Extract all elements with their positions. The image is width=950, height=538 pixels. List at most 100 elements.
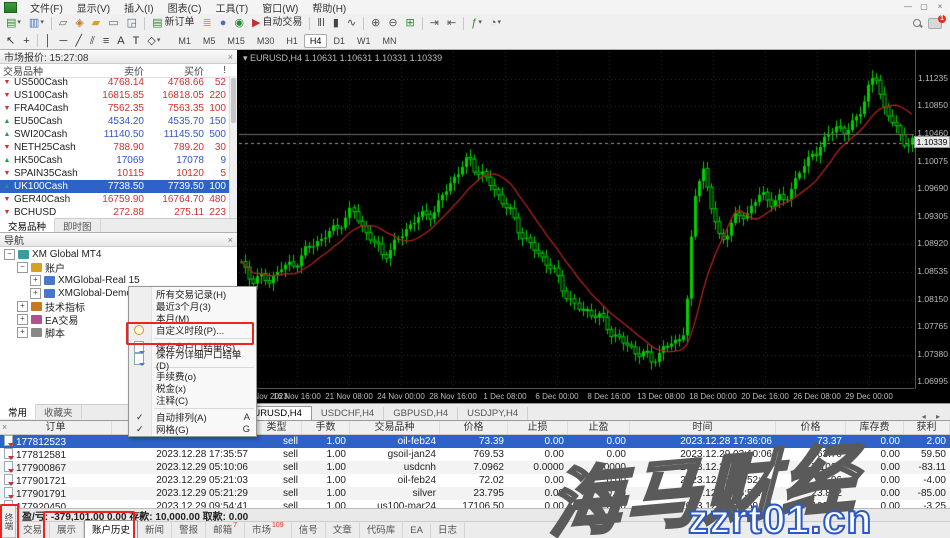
chart-tab-USDJPY,H4[interactable]: USDJPY,H4 bbox=[458, 407, 528, 421]
market-watch-row[interactable]: ▼NETH25Cash788.90789.2030 bbox=[0, 141, 230, 154]
indicators-list-icon[interactable]: ƒ▾ bbox=[468, 15, 485, 31]
terminal-tab-邮箱[interactable]: 邮箱7 bbox=[206, 521, 245, 538]
market-watch-row[interactable]: ▼US100Cash16815.8516818.05220 bbox=[0, 89, 230, 102]
menu-item-0[interactable]: 文件(F) bbox=[23, 4, 70, 15]
shapes-tool-icon[interactable]: ◇▾ bbox=[144, 33, 163, 49]
minimize-button[interactable]: — bbox=[901, 2, 915, 12]
terminal-tab-警报[interactable]: 警报 bbox=[172, 521, 206, 538]
vertical-line-tool-icon[interactable]: │ bbox=[42, 33, 55, 49]
label-tool-icon[interactable]: T bbox=[130, 33, 143, 49]
chart-shift-icon[interactable]: ⇤ bbox=[444, 15, 459, 31]
candle-chart-type-icon[interactable]: ▮ bbox=[330, 15, 342, 31]
history-col-5[interactable]: 价格 bbox=[440, 421, 508, 434]
menu-item-6[interactable]: 帮助(H) bbox=[305, 4, 353, 15]
market-watch-row[interactable]: ▲UK100Cash7738.507739.50100 bbox=[0, 180, 230, 193]
fibonacci-tool-icon[interactable]: ≡ bbox=[100, 33, 112, 49]
tab-收藏夹[interactable]: 收藏夹 bbox=[36, 405, 82, 419]
crosshair-window-icon[interactable]: ◈ bbox=[72, 15, 86, 31]
timeframe-M5[interactable]: M5 bbox=[197, 34, 222, 48]
periods-list-icon[interactable]: ◔▾ bbox=[487, 15, 504, 31]
market-watch-row[interactable]: ▲SWI20Cash11140.5011145.50500 bbox=[0, 128, 230, 141]
market-watch-row[interactable]: ▲HK50Cash17069170789 bbox=[0, 154, 230, 167]
chart-canvas[interactable] bbox=[239, 52, 914, 389]
text-tool-icon[interactable]: A bbox=[114, 33, 127, 49]
close-button[interactable]: × bbox=[933, 2, 947, 12]
menu-item-2[interactable]: 插入(I) bbox=[117, 4, 160, 15]
history-col-0[interactable]: 订单 bbox=[0, 421, 112, 434]
cursor-tool-icon[interactable]: ↖ bbox=[3, 33, 18, 49]
terminal-tab-日志[interactable]: 日志 bbox=[431, 521, 465, 538]
timeframe-D1[interactable]: D1 bbox=[327, 34, 351, 48]
timeframe-H4[interactable]: H4 bbox=[304, 34, 328, 48]
market-watch-scrollbar[interactable] bbox=[229, 76, 237, 219]
expand-icon[interactable]: + bbox=[17, 314, 28, 325]
trendline-tool-icon[interactable]: ╱ bbox=[72, 33, 85, 49]
context-menu-item[interactable]: ✓网格(G)G bbox=[129, 423, 256, 435]
tab-常用[interactable]: 常用 bbox=[0, 404, 36, 419]
timeframe-M30[interactable]: M30 bbox=[251, 34, 281, 48]
market-watch-row[interactable]: ▼FRA40Cash7562.357563.35100 bbox=[0, 102, 230, 115]
market-watch-row[interactable]: ▼US500Cash4768.144768.6652 bbox=[0, 76, 230, 89]
history-col-3[interactable]: 手数 bbox=[302, 421, 350, 434]
history-col-2[interactable]: 类型 bbox=[252, 421, 302, 434]
menu-item-3[interactable]: 图表(C) bbox=[161, 4, 209, 15]
menu-item-5[interactable]: 窗口(W) bbox=[255, 4, 305, 15]
profiles-icon[interactable]: ▥▾ bbox=[26, 15, 47, 31]
zoom-in-icon[interactable]: ⊕ bbox=[368, 15, 383, 31]
bar-chart-type-icon[interactable]: ǁǀ bbox=[314, 15, 327, 31]
expand-icon[interactable]: + bbox=[30, 275, 41, 286]
close-icon[interactable]: × bbox=[228, 52, 233, 62]
close-icon[interactable]: × bbox=[228, 235, 233, 245]
context-menu-item[interactable]: 手续费(o) bbox=[129, 370, 256, 382]
mql-community-icon[interactable]: ● bbox=[217, 15, 230, 31]
terminal-tab-新闻[interactable]: 新闻 bbox=[138, 521, 172, 538]
context-menu-item[interactable]: ✓自动排列(A)A bbox=[129, 411, 256, 423]
terminal-tab-文章[interactable]: 文章 bbox=[326, 521, 360, 538]
menu-item-4[interactable]: 工具(T) bbox=[208, 4, 255, 15]
context-menu-item[interactable]: 税金(x) bbox=[129, 382, 256, 394]
menu-item-1[interactable]: 显示(V) bbox=[70, 4, 117, 15]
timeframe-MN[interactable]: MN bbox=[376, 34, 402, 48]
web-icon[interactable]: ◉ bbox=[231, 15, 247, 31]
zoom-out-icon[interactable]: ⊖ bbox=[385, 15, 400, 31]
auto-trading-button[interactable]: ▶自动交易 bbox=[249, 15, 305, 31]
expand-icon[interactable]: + bbox=[17, 327, 28, 338]
terminal-toggle-icon[interactable]: ▭ bbox=[105, 15, 121, 31]
timeframe-W1[interactable]: W1 bbox=[351, 34, 377, 48]
notification-icon[interactable]: 1 bbox=[928, 18, 942, 29]
market-watch-toggle-icon[interactable]: ▱ bbox=[56, 15, 70, 31]
close-icon[interactable]: × bbox=[2, 422, 7, 432]
channel-tool-icon[interactable]: ⫽ bbox=[87, 33, 98, 49]
expand-icon[interactable]: + bbox=[30, 288, 41, 299]
context-menu-item[interactable]: 注释(C) bbox=[129, 394, 256, 406]
horizontal-line-tool-icon[interactable]: ─ bbox=[57, 33, 71, 49]
history-col-7[interactable]: 止盈 bbox=[568, 421, 630, 434]
tile-windows-icon[interactable]: ⊞ bbox=[403, 15, 418, 31]
terminal-tab-EA[interactable]: EA bbox=[403, 524, 431, 538]
market-watch-row[interactable]: ▼GER40Cash16759.9016764.70480 bbox=[0, 193, 230, 206]
context-menu-item[interactable]: 最近3个月(3) bbox=[129, 300, 256, 312]
new-order-button[interactable]: ▤新订单 bbox=[149, 15, 197, 31]
navigator-item[interactable]: −XM Global MT4 bbox=[0, 248, 237, 261]
timeframe-H1[interactable]: H1 bbox=[280, 34, 304, 48]
chart-tab-GBPUSD,H4[interactable]: GBPUSD,H4 bbox=[384, 407, 458, 421]
crosshair-tool-icon[interactable]: + bbox=[20, 33, 32, 49]
terminal-tab-代码库[interactable]: 代码库 bbox=[360, 521, 404, 538]
terminal-tab-信号[interactable]: 信号 bbox=[292, 521, 326, 538]
new-chart-icon[interactable]: ▤▾ bbox=[3, 15, 24, 31]
strategy-tester-icon[interactable]: ◲ bbox=[124, 15, 140, 31]
auto-scroll-icon[interactable]: ⇥ bbox=[427, 15, 442, 31]
tab-即时图[interactable]: 即时图 bbox=[55, 219, 101, 233]
timeframe-M1[interactable]: M1 bbox=[172, 34, 197, 48]
timeframe-M15[interactable]: M15 bbox=[221, 34, 251, 48]
collapse-icon[interactable]: − bbox=[4, 249, 15, 260]
line-chart-type-icon[interactable]: ∿ bbox=[344, 15, 359, 31]
market-watch-row[interactable]: ▲EU50Cash4534.204535.70150 bbox=[0, 115, 230, 128]
restore-button[interactable]: ▢ bbox=[917, 2, 931, 12]
chart-window[interactable]: ▾ EURUSD,H4 1.10631 1.10631 1.10331 1.10… bbox=[237, 49, 950, 404]
collapse-icon[interactable]: − bbox=[17, 262, 28, 273]
expand-icon[interactable]: + bbox=[17, 301, 28, 312]
market-watch-row[interactable]: ▼SPAIN35Cash10115101205 bbox=[0, 167, 230, 180]
navigator-toggle-icon[interactable]: ▰ bbox=[89, 15, 103, 31]
history-col-6[interactable]: 止损 bbox=[508, 421, 568, 434]
